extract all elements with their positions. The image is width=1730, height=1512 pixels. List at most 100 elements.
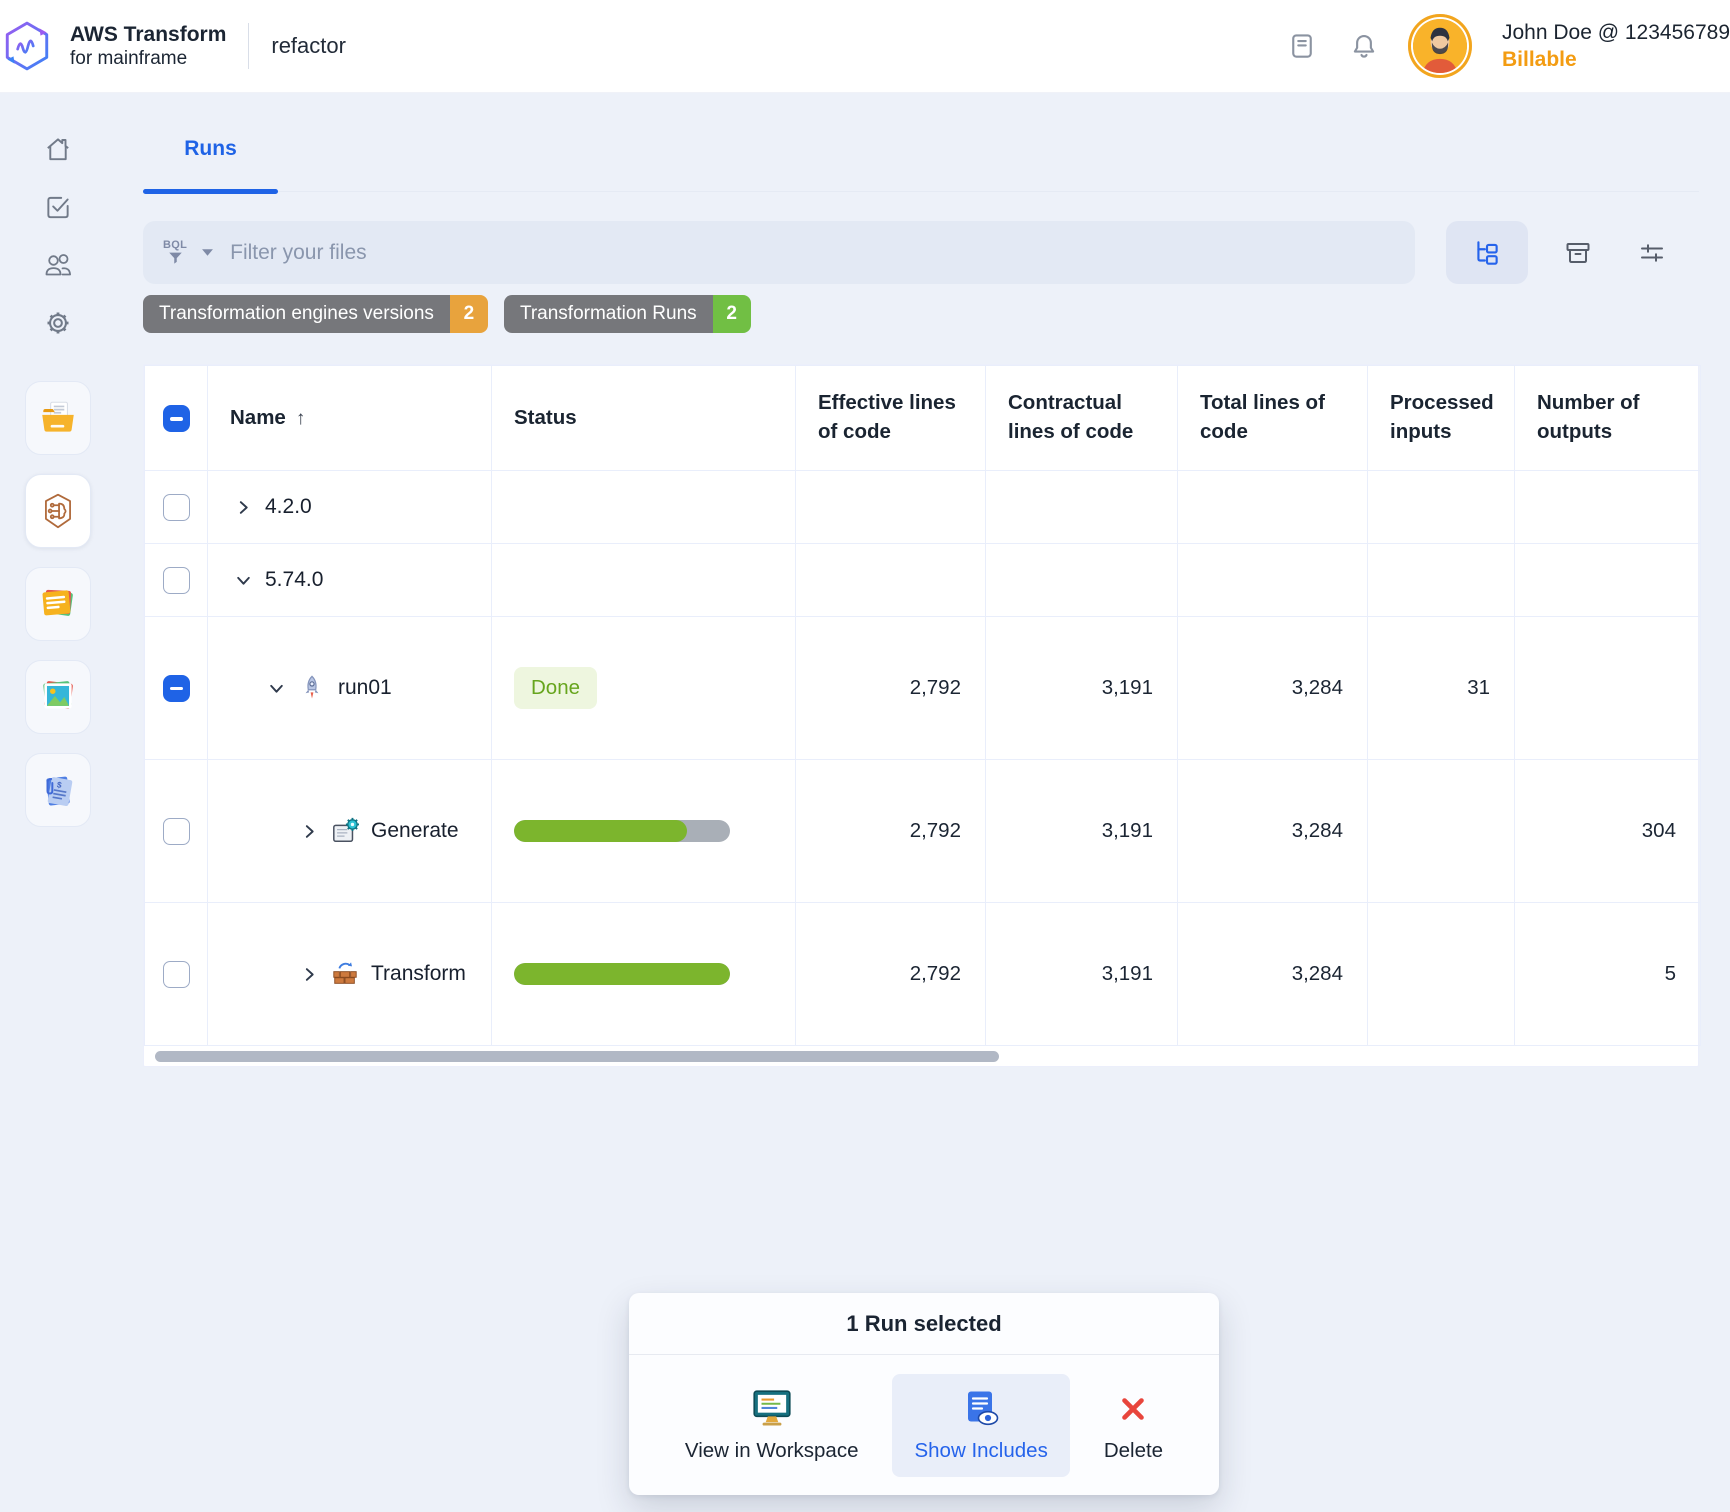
brand-title: AWS Transform [70, 22, 227, 46]
progress-bar [514, 963, 730, 985]
selection-count-label: 1 Run selected [629, 1293, 1219, 1355]
tab-bar: Runs [143, 93, 1699, 194]
processed-inputs-value [1367, 759, 1515, 903]
gear-icon [47, 312, 69, 334]
tag-transformation-runs[interactable]: Transformation Runs 2 [503, 295, 751, 333]
processed-inputs-value: 31 [1367, 616, 1515, 760]
effective-loc-value: 2,792 [795, 616, 986, 760]
collapse-chevron-down-icon[interactable] [234, 571, 253, 590]
step-name[interactable]: Generate [371, 819, 459, 843]
sidebar-card-transform-engine[interactable] [25, 474, 91, 548]
sidebar-item-home[interactable] [40, 131, 76, 167]
row-checkbox[interactable] [162, 960, 190, 988]
notes-icon [42, 589, 73, 616]
column-header-status[interactable]: Status [491, 365, 796, 471]
sidebar-item-tasks[interactable] [40, 189, 76, 225]
step-row[interactable]: Transform 2,792 3,191 3,284 5 [144, 902, 1701, 1046]
filter-engine-selector[interactable]: BQL [163, 239, 187, 266]
contractual-loc-value: 3,191 [985, 902, 1178, 1046]
filter-engine-label: BQL [163, 239, 188, 251]
user-avatar[interactable] [1408, 14, 1472, 78]
effective-loc-value: 2,792 [795, 759, 986, 903]
step-row[interactable]: Generate 2,792 3,191 3,284 304 [144, 759, 1701, 903]
run-name[interactable]: run01 [338, 676, 392, 700]
column-header-number-of-outputs[interactable]: Number of outputs [1514, 365, 1701, 471]
step-name[interactable]: Transform [371, 962, 466, 986]
column-header-processed-inputs[interactable]: Processed inputs [1367, 365, 1515, 471]
tag-count-badge: 2 [449, 295, 488, 333]
delete-button[interactable]: Delete [1098, 1374, 1169, 1477]
main-content: Runs BQL Filter your files Transformatio… [143, 93, 1701, 1067]
billing-status-badge: Billable [1502, 47, 1577, 71]
tag-count-badge: 2 [712, 295, 751, 333]
column-header-contractual-loc[interactable]: Contractual lines of code [985, 365, 1178, 471]
workspace-monitor-icon [753, 1389, 791, 1426]
avatar-image [1413, 19, 1467, 73]
runs-table: Name ↑ Status Effective lines of code Con… [143, 364, 1701, 1067]
brand-divider [248, 23, 250, 69]
aws-transform-logo-icon [5, 21, 49, 71]
table-header-row: Name ↑ Status Effective lines of code Con… [144, 365, 1701, 471]
sidebar-item-settings[interactable] [40, 305, 76, 341]
horizontal-scrollbar[interactable] [155, 1051, 999, 1062]
version-name[interactable]: 5.74.0 [265, 568, 323, 592]
filter-bar[interactable]: BQL [143, 221, 1415, 284]
version-row[interactable]: 5.74.0 [144, 543, 1701, 617]
collapse-chevron-down-icon[interactable] [267, 679, 286, 698]
sliders-icon [1641, 243, 1663, 262]
expand-chevron-right-icon[interactable] [300, 822, 319, 841]
generate-step-icon [333, 817, 359, 843]
app-name: refactor [271, 33, 346, 58]
archive-button[interactable] [1554, 229, 1602, 277]
row-checkbox[interactable] [162, 566, 190, 594]
version-row[interactable]: 4.2.0 [144, 470, 1701, 544]
sidebar-card-images[interactable] [25, 660, 91, 734]
outputs-value [1514, 616, 1701, 760]
sidebar: $ [0, 93, 116, 1512]
rocket-icon [305, 675, 319, 699]
tag-label: Transformation Runs [503, 295, 713, 333]
expand-chevron-right-icon[interactable] [300, 965, 319, 984]
run-row[interactable]: run01 Done 2,792 3,191 3,284 31 [144, 616, 1701, 760]
total-loc-value: 3,284 [1177, 616, 1368, 760]
action-label: Delete [1103, 1438, 1164, 1462]
processed-inputs-value [1367, 902, 1515, 1046]
tag-engine-versions[interactable]: Transformation engines versions 2 [143, 295, 488, 333]
bell-icon [1353, 34, 1375, 58]
tab-runs-label: Runs [184, 137, 237, 160]
view-in-workspace-button[interactable]: View in Workspace [679, 1374, 865, 1477]
sidebar-card-notes[interactable] [25, 567, 91, 641]
filter-input[interactable] [230, 240, 1395, 265]
book-icon [1292, 34, 1312, 58]
column-header-total-loc[interactable]: Total lines of code [1177, 365, 1368, 471]
sidebar-item-users[interactable] [40, 247, 76, 283]
expand-chevron-right-icon[interactable] [234, 498, 253, 517]
sidebar-card-billing[interactable]: $ [25, 753, 91, 827]
show-includes-button[interactable]: Show Includes [892, 1373, 1070, 1477]
notifications-button[interactable] [1346, 28, 1382, 64]
tab-runs[interactable]: Runs [143, 93, 278, 194]
tree-view-toggle-button[interactable] [1446, 221, 1528, 284]
brand-subtitle: for mainframe [70, 47, 188, 69]
select-all-checkbox[interactable] [162, 404, 190, 432]
sidebar-card-documents[interactable] [25, 381, 91, 455]
home-icon [47, 138, 69, 161]
users-icon [45, 254, 71, 276]
sort-ascending-icon: ↑ [295, 407, 306, 429]
row-checkbox-selected[interactable] [162, 674, 190, 702]
check-square-icon [47, 196, 69, 219]
transform-engine-icon [45, 493, 71, 529]
outputs-value: 5 [1514, 902, 1701, 1046]
row-checkbox[interactable] [162, 493, 190, 521]
column-header-effective-loc[interactable]: Effective lines of code [795, 365, 986, 471]
delete-x-icon [1122, 1397, 1145, 1420]
version-name[interactable]: 4.2.0 [265, 495, 312, 519]
action-label: View in Workspace [684, 1438, 859, 1462]
documentation-button[interactable] [1284, 28, 1320, 64]
row-checkbox[interactable] [162, 817, 190, 845]
funnel-icon [168, 252, 182, 264]
outputs-value: 304 [1514, 759, 1701, 903]
column-header-name[interactable]: Name ↑ [207, 365, 492, 471]
documents-folder-icon [42, 401, 74, 432]
filter-settings-button[interactable] [1628, 229, 1676, 277]
